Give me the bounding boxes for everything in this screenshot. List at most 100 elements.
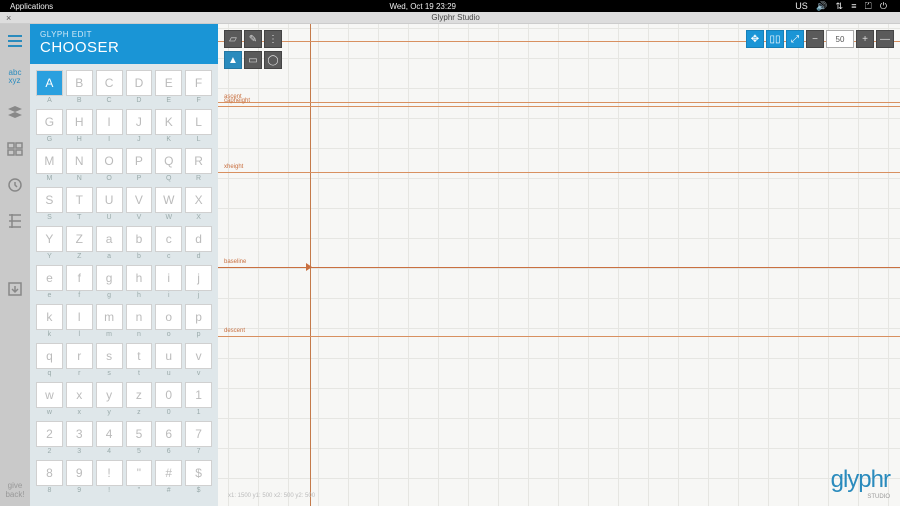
guides-icon[interactable] xyxy=(4,210,26,232)
export-icon[interactable] xyxy=(4,278,26,300)
glyph-cell[interactable]: P xyxy=(126,148,153,174)
glyph-cell[interactable]: ! xyxy=(96,460,123,486)
glyph-cell[interactable]: 2 xyxy=(36,421,63,447)
glyph-cell[interactable]: M xyxy=(36,148,63,174)
glyph-cell[interactable]: w xyxy=(36,382,63,408)
close-icon[interactable]: × xyxy=(6,13,11,23)
glyph-cell[interactable]: $ xyxy=(185,460,212,486)
glyph-cell[interactable]: z xyxy=(126,382,153,408)
applications-menu[interactable]: Applications xyxy=(10,2,53,11)
glyph-cell[interactable]: G xyxy=(36,109,63,135)
chooser-scroll[interactable]: ABCDEFABCDEFGHIJKLGHIJKLMNOPQRMNOPQRSTUV… xyxy=(30,64,218,506)
glyph-cell[interactable]: e xyxy=(36,265,63,291)
glyph-cell[interactable]: u xyxy=(155,343,182,369)
glyph-cell[interactable]: I xyxy=(96,109,123,135)
glyph-cell[interactable]: K xyxy=(155,109,182,135)
glyph-cell[interactable]: Q xyxy=(155,148,182,174)
glyph-cell[interactable]: 1 xyxy=(185,382,212,408)
glyph-cell[interactable]: C xyxy=(96,70,123,96)
glyph-cell[interactable]: j xyxy=(185,265,212,291)
glyph-cell[interactable]: R xyxy=(185,148,212,174)
glyph-cell[interactable]: c xyxy=(155,226,182,252)
glyph-cell[interactable]: h xyxy=(126,265,153,291)
glyph-cell[interactable]: S xyxy=(36,187,63,213)
keyboard-indicator[interactable]: US xyxy=(795,1,808,11)
glyph-cell[interactable]: a xyxy=(96,226,123,252)
pan-tool[interactable]: ✥ xyxy=(746,30,764,48)
glyph-cell[interactable]: " xyxy=(126,460,153,486)
glyph-cell[interactable]: 8 xyxy=(36,460,63,486)
glyph-cell[interactable]: F xyxy=(185,70,212,96)
volume-icon[interactable]: 🔊 xyxy=(816,1,827,12)
zoom-fit-button[interactable]: ▯▯ xyxy=(766,30,784,48)
system-clock: Wed, Oct 19 23:29 xyxy=(389,2,456,11)
glyph-cell[interactable]: q xyxy=(36,343,63,369)
shape-tool[interactable]: ▲ xyxy=(224,51,242,69)
glyph-cell[interactable]: d xyxy=(185,226,212,252)
arrow-tool[interactable]: ▱ xyxy=(224,30,242,48)
glyph-cell[interactable]: b xyxy=(126,226,153,252)
glyph-cell[interactable]: 3 xyxy=(66,421,93,447)
oval-tool[interactable]: ◯ xyxy=(264,51,282,69)
menu-icon[interactable] xyxy=(4,30,26,52)
glyph-cell[interactable]: V xyxy=(126,187,153,213)
glyph-cell[interactable]: N xyxy=(66,148,93,174)
glyph-cell[interactable]: p xyxy=(185,304,212,330)
glyph-cell[interactable]: J xyxy=(126,109,153,135)
layers-icon[interactable] xyxy=(4,102,26,124)
glyph-cell[interactable]: Z xyxy=(66,226,93,252)
glyph-cell[interactable]: W xyxy=(155,187,182,213)
status-icon[interactable]: ≡ xyxy=(851,1,856,11)
glyph-cell[interactable]: O xyxy=(96,148,123,174)
glyph-cell[interactable]: T xyxy=(66,187,93,213)
power-icon[interactable]: ⏻ xyxy=(880,1,887,12)
glyph-cell[interactable]: v xyxy=(185,343,212,369)
glyph-chooser-icon[interactable]: abcxyz xyxy=(4,66,26,88)
glyph-cell-label: y xyxy=(96,409,123,416)
glyph-cell[interactable]: U xyxy=(96,187,123,213)
point-tool[interactable]: ⋮ xyxy=(264,30,282,48)
pen-tool[interactable]: ✎ xyxy=(244,30,262,48)
glyph-cell[interactable]: s xyxy=(96,343,123,369)
glyph-cell[interactable]: g xyxy=(96,265,123,291)
glyph-cell[interactable]: y xyxy=(96,382,123,408)
zoom-1to1-button[interactable]: ⤢ xyxy=(786,30,804,48)
glyph-cell[interactable]: 0 xyxy=(155,382,182,408)
rect-tool[interactable]: ▭ xyxy=(244,51,262,69)
glyph-cell[interactable]: k xyxy=(36,304,63,330)
glyph-cell[interactable]: o xyxy=(155,304,182,330)
glyph-cell[interactable]: m xyxy=(96,304,123,330)
glyph-cell[interactable]: x xyxy=(66,382,93,408)
give-back-link[interactable]: give back! xyxy=(0,482,30,500)
glyph-cell[interactable]: 6 xyxy=(155,421,182,447)
glyph-cell[interactable]: Y xyxy=(36,226,63,252)
zoom-out-button[interactable]: − xyxy=(806,30,824,48)
glyph-cell[interactable]: 9 xyxy=(66,460,93,486)
glyph-cell[interactable]: l xyxy=(66,304,93,330)
glyph-cell[interactable]: L xyxy=(185,109,212,135)
glyph-cell[interactable]: r xyxy=(66,343,93,369)
glyph-cell[interactable]: D xyxy=(126,70,153,96)
zoom-reset-button[interactable]: — xyxy=(876,30,894,48)
glyph-cell[interactable]: 5 xyxy=(126,421,153,447)
glyph-cell[interactable]: 7 xyxy=(185,421,212,447)
glyph-cell[interactable]: i xyxy=(155,265,182,291)
glyph-cell[interactable]: X xyxy=(185,187,212,213)
glyph-cell[interactable]: n xyxy=(126,304,153,330)
glyph-canvas[interactable]: emboxascentcapheightxheightbaselinedesce… xyxy=(218,24,900,506)
network-icon[interactable]: ⇅ xyxy=(836,1,844,12)
zoom-in-button[interactable]: + xyxy=(856,30,874,48)
guide-capheight xyxy=(218,106,900,107)
notification-icon[interactable]: ⏍ xyxy=(865,1,872,12)
glyph-cell[interactable]: H xyxy=(66,109,93,135)
history-icon[interactable] xyxy=(4,174,26,196)
glyph-cell[interactable]: t xyxy=(126,343,153,369)
glyph-cell[interactable]: 4 xyxy=(96,421,123,447)
glyph-cell[interactable]: A xyxy=(36,70,63,96)
zoom-value[interactable]: 50 xyxy=(826,30,854,48)
glyph-cell[interactable]: # xyxy=(155,460,182,486)
panel-icon[interactable] xyxy=(4,138,26,160)
glyph-cell[interactable]: f xyxy=(66,265,93,291)
glyph-cell[interactable]: E xyxy=(155,70,182,96)
glyph-cell[interactable]: B xyxy=(66,70,93,96)
